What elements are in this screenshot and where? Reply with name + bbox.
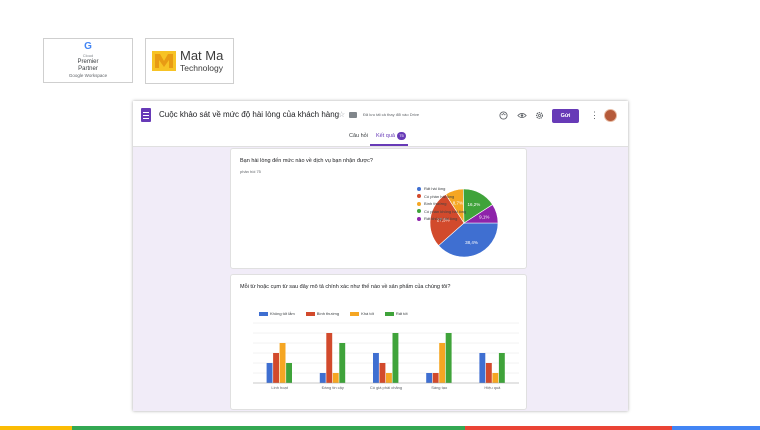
bar[interactable]	[392, 333, 399, 383]
legend-label: Rất không hài lòng	[424, 216, 458, 222]
bar[interactable]	[339, 343, 346, 383]
legend-swatch	[417, 209, 421, 214]
bar[interactable]	[273, 353, 279, 383]
legend-item: Có phần không hài lòng	[417, 208, 466, 216]
pie-slice-label: 38,4%	[465, 240, 478, 245]
forms-topbar: Cuộc khảo sát về mức độ hài lòng của khá…	[133, 101, 628, 147]
legend-swatch	[417, 201, 421, 206]
bar[interactable]	[498, 353, 505, 383]
x-tick-label: Đáng tin cậy	[322, 385, 344, 390]
legend-label: Bình thường	[424, 201, 447, 207]
legend-swatch	[417, 186, 421, 191]
badge-workspace-text: Google Workspace	[68, 73, 108, 78]
footer-color-segment	[0, 426, 72, 430]
avatar[interactable]	[604, 109, 617, 122]
legend-label: Rất hài lòng	[424, 186, 446, 192]
legend-item: Bình thường	[417, 200, 466, 208]
tab-active-indicator	[370, 144, 408, 146]
bar[interactable]	[479, 353, 486, 383]
tab-responses[interactable]: Kết quả	[376, 133, 395, 139]
question-card-product: Mỗi từ hoặc cụm từ sau đây mô tả chính x…	[230, 274, 527, 410]
footer-color-segment	[465, 426, 672, 430]
product-bar-chart: Linh hoạt Đáng tin cậy Có giá phải chăng Sá…	[253, 322, 519, 390]
bar[interactable]	[373, 353, 379, 383]
bar[interactable]	[286, 363, 292, 383]
pie-legend: Rất hài lòng Có phần hài lòng Bình thường C…	[417, 185, 466, 223]
legend-swatch	[417, 194, 421, 199]
bar[interactable]	[332, 373, 339, 383]
bar[interactable]	[319, 373, 326, 383]
google-premier-partner-badge: G Cloud Premier Partner Google Workspace	[43, 38, 133, 83]
bar[interactable]	[266, 363, 273, 383]
forms-window: Cuộc khảo sát về mức độ hài lòng của khá…	[133, 101, 628, 411]
bar[interactable]	[492, 373, 499, 383]
bar[interactable]	[432, 373, 439, 383]
more-vert-icon[interactable]: ⋮	[590, 110, 599, 121]
legend-swatch	[417, 216, 421, 221]
google-color-footer-bar	[0, 426, 760, 430]
palette-icon[interactable]	[499, 111, 508, 122]
google-g-icon: G	[84, 41, 92, 52]
satisfaction-pie-chart: 38,4%27,5%8,7% 16,2%9,1%	[429, 188, 499, 258]
x-tick-label: Hiệu quả	[484, 385, 501, 390]
matma-logo-icon	[152, 51, 176, 71]
pie-slice-label: 16,2%	[468, 202, 481, 207]
bar[interactable]	[386, 373, 392, 383]
bar[interactable]	[379, 363, 386, 383]
badge-partner-text: Partner	[78, 66, 98, 72]
bar[interactable]	[279, 343, 286, 383]
form-title[interactable]: Cuộc khảo sát về mức độ hài lòng của khá…	[159, 110, 339, 119]
bar[interactable]	[426, 373, 433, 383]
badge-cloud-text: Cloud	[82, 53, 94, 58]
bar[interactable]	[485, 363, 492, 383]
footer-color-segment	[72, 426, 465, 430]
bar[interactable]	[445, 333, 452, 383]
badge-premier-text: Premier	[77, 59, 99, 65]
forms-doc-icon[interactable]	[141, 108, 151, 122]
footer-color-segment	[672, 426, 760, 430]
legend-item: Có phần hài lòng	[417, 193, 466, 201]
matma-name: Mat Ma	[180, 48, 224, 63]
star-icon[interactable]: ☆	[338, 110, 345, 119]
pie-slice-label: 9,1%	[479, 215, 489, 220]
tab-questions[interactable]: Câu hỏi	[349, 133, 368, 139]
send-button[interactable]: Gửi	[552, 109, 579, 123]
bar[interactable]	[326, 333, 333, 383]
eye-icon[interactable]	[517, 111, 527, 122]
legend-item: Rất hài lòng	[417, 185, 466, 193]
gear-icon[interactable]	[535, 111, 544, 122]
x-tick-label: Có giá phải chăng	[370, 385, 402, 390]
matma-technology-badge: Mat Ma Technology	[145, 38, 234, 84]
bar[interactable]	[439, 343, 446, 383]
legend-item: Rất không hài lòng	[417, 215, 466, 223]
folder-icon[interactable]	[349, 112, 357, 118]
x-tick-label: Sáng tạo	[431, 385, 448, 390]
x-tick-label: Linh hoạt	[271, 385, 288, 390]
question-card-satisfaction: Bạn hài lòng đến mức nào về dịch vụ bạn …	[230, 148, 527, 269]
legend-label: Có phần hài lòng	[424, 193, 455, 199]
legend-label: Có phần không hài lòng	[424, 208, 467, 214]
save-status: Đã lưu tất cả thay đổi vào Drive	[363, 112, 420, 117]
responses-count-badge: 75	[397, 132, 406, 140]
matma-subtitle: Technology	[180, 63, 224, 73]
